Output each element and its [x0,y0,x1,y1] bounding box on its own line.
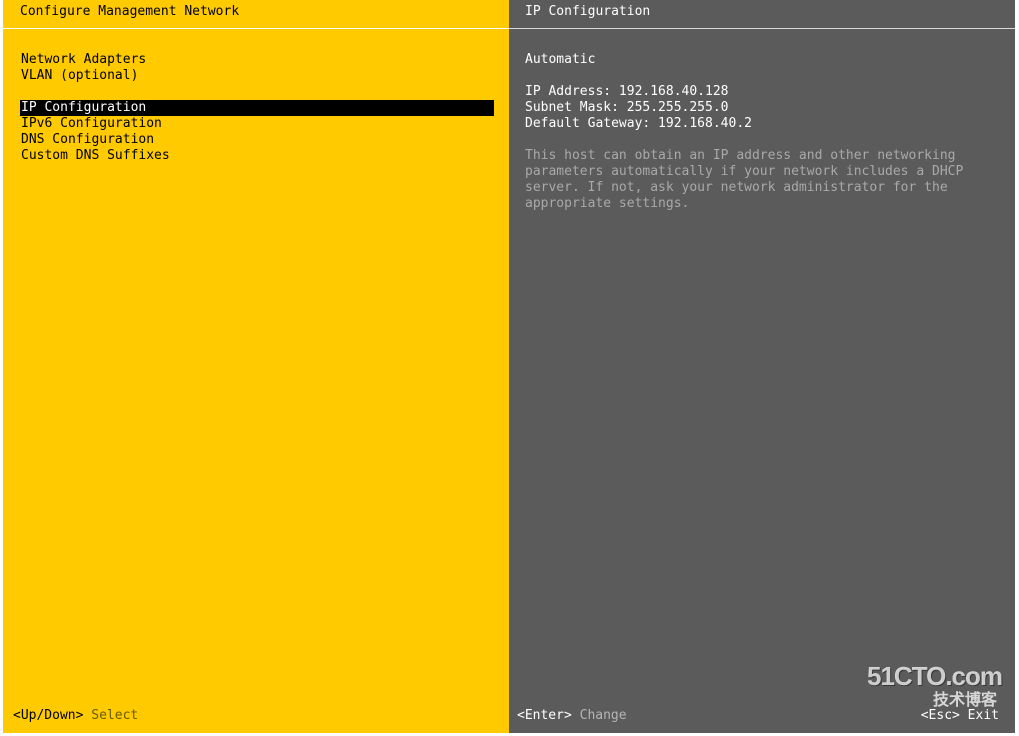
description-line: server. If not, ask your network adminis… [525,180,948,195]
menu-panel-divider [3,28,509,29]
menu-panel: Configure Management Network Network Ada… [3,0,509,733]
default-gateway-value: Default Gateway: 192.168.40.2 [525,116,752,131]
subnet-mask-value: Subnet Mask: 255.255.255.0 [525,100,729,115]
footer-key-up-down: <Up/Down> [13,708,84,723]
ip-config-info: Automatic IP Address: 192.168.40.128 Sub… [525,52,995,212]
menu-footer: <Up/Down> Select [13,708,138,724]
watermark-brand: 51CTO.com [867,661,1003,691]
description-line: appropriate settings. [525,196,690,211]
ip-address-value: IP Address: 192.168.40.128 [525,84,729,99]
detail-footer: <Enter> Change [517,708,627,724]
footer-action-select: Select [91,708,139,723]
menu-item-custom-dns-suffixes[interactable]: Custom DNS Suffixes [20,148,494,164]
footer-action-change: Change [579,708,627,723]
esxi-dcui-screen: Configure Management Network Network Ada… [0,0,1019,736]
detail-panel-divider [509,28,1015,29]
detail-panel-title: IP Configuration [525,4,651,19]
description-line: This host can obtain an IP address and o… [525,148,956,163]
footer-key-enter: <Enter> [517,708,572,723]
menu-item-ip-configuration[interactable]: IP Configuration [20,100,494,116]
footer-esc-exit: <Esc> Exit [920,708,999,723]
menu-item-vlan[interactable]: VLAN (optional) [20,68,494,84]
menu-item-ipv6-configuration[interactable]: IPv6 Configuration [20,116,494,132]
menu-list: Network Adapters VLAN (optional) IP Conf… [20,52,494,164]
menu-item-dns-configuration[interactable]: DNS Configuration [20,132,494,148]
menu-item-network-adapters[interactable]: Network Adapters [20,52,494,68]
menu-panel-title: Configure Management Network [20,4,240,19]
ip-mode: Automatic [525,52,596,67]
menu-spacer [20,84,494,100]
detail-panel: IP Configuration Automatic IP Address: 1… [509,0,1015,733]
description-line: parameters automatically if your network… [525,164,964,179]
